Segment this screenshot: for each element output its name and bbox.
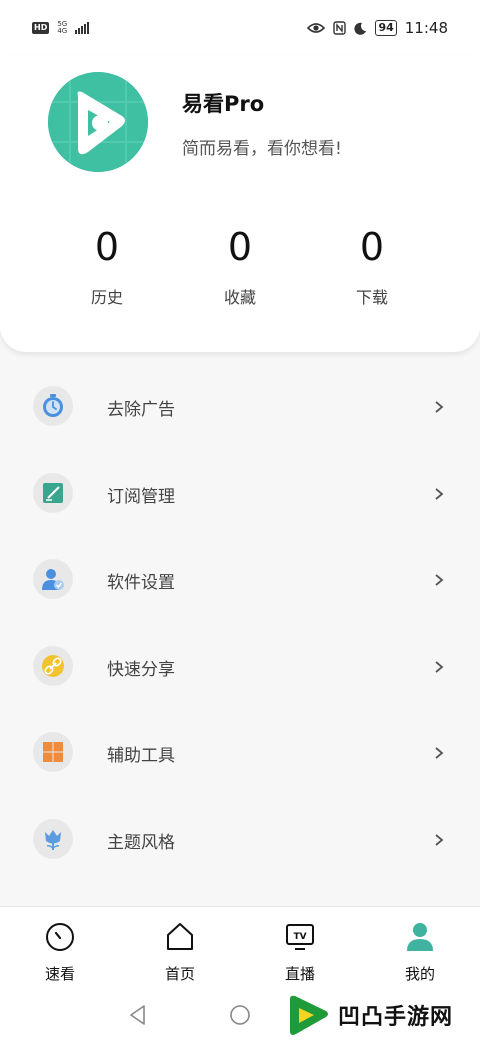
stat-value: 0: [227, 225, 253, 269]
chevron-right-icon: [435, 833, 444, 846]
stat-value: 0: [94, 225, 120, 269]
app-slogan: 简而易看，看你想看!: [182, 139, 342, 159]
chevron-right-icon: [435, 574, 444, 586]
stat-downloads[interactable]: 0 下载: [312, 224, 432, 308]
tv-icon: TV: [286, 924, 314, 950]
person-icon: [407, 923, 433, 951]
menu-label: 软件设置: [107, 573, 175, 593]
link-icon: [33, 645, 73, 686]
menu-label: 去除广告: [107, 400, 175, 420]
clock-icon: [46, 923, 74, 951]
clock: 11:48: [404, 19, 448, 37]
menu-label: 订阅管理: [107, 486, 175, 507]
nav-item-live[interactable]: TV 直播: [240, 907, 360, 990]
battery-indicator: 94: [375, 20, 397, 36]
settings-menu: 去除广告 订阅管理 软件设置 快速分享 辅助工具 主题风格: [0, 364, 480, 883]
profile-card: 易看Pro 简而易看，看你想看! 0 历史 0 收藏 0 下载: [0, 56, 480, 352]
chevron-right-icon: [435, 747, 444, 759]
back-icon[interactable]: [126, 1003, 150, 1027]
home-button-icon[interactable]: [228, 1003, 252, 1027]
timer-icon: [33, 386, 73, 426]
menu-label: 辅助工具: [107, 746, 175, 766]
nav-item-home[interactable]: 首页: [120, 907, 240, 990]
nav-label: 我的: [404, 965, 435, 983]
stat-favorites[interactable]: 0 收藏: [180, 224, 300, 308]
network-type: 5G 4G: [57, 21, 67, 35]
stat-label: 收藏: [223, 288, 256, 307]
nav-item-quick-watch[interactable]: 速看: [0, 907, 120, 990]
svg-text:TV: TV: [293, 932, 306, 942]
menu-item-remove-ads[interactable]: 去除广告: [0, 364, 480, 451]
nav-label: 直播: [284, 965, 315, 983]
menu-label: 快速分享: [107, 659, 175, 680]
watermark-icon: [290, 995, 328, 1035]
status-right: 94 11:48: [307, 19, 448, 37]
menu-item-app-settings[interactable]: 软件设置: [0, 537, 480, 624]
tulip-icon: [33, 818, 73, 859]
stat-history[interactable]: 0 历史: [47, 224, 167, 308]
chevron-right-icon: [435, 660, 444, 673]
nfc-icon: [333, 21, 347, 35]
menu-label: 主题风格: [107, 832, 175, 853]
menu-item-tools[interactable]: 辅助工具: [0, 710, 480, 797]
network-bottom: 4G: [57, 27, 68, 35]
menu-item-subscriptions[interactable]: 订阅管理: [0, 451, 480, 538]
nav-item-mine[interactable]: 我的: [360, 907, 480, 990]
nav-label: 首页: [164, 965, 195, 983]
nav-label: 速看: [44, 965, 75, 983]
stat-value: 0: [359, 225, 385, 269]
moon-icon: [354, 22, 367, 35]
hd-badge: HD: [32, 22, 50, 34]
status-left: HD 5G 4G: [32, 21, 90, 35]
watermark-text: 凹凸手游网: [338, 1005, 454, 1030]
menu-item-theme[interactable]: 主题风格: [0, 797, 480, 884]
eye-icon: [307, 23, 326, 33]
stat-label: 下载: [355, 288, 388, 307]
note-pen-icon: [33, 472, 73, 513]
chevron-right-icon: [435, 401, 444, 413]
user-settings-icon: [33, 559, 73, 599]
status-bar: HD 5G 4G 94 11:48: [0, 0, 480, 56]
chevron-right-icon: [435, 487, 444, 500]
stats-row: 0 历史 0 收藏 0 下载: [0, 224, 480, 307]
play-logo-icon: [48, 72, 148, 172]
signal-icon: [75, 22, 90, 34]
stat-label: 历史: [90, 288, 123, 307]
home-icon: [167, 923, 193, 950]
avatar[interactable]: [48, 72, 148, 172]
bottom-nav: 速看 首页 TV 直播 我的: [0, 906, 480, 990]
menu-item-quick-share[interactable]: 快速分享: [0, 624, 480, 711]
watermark-logo: 凹凸手游网: [286, 992, 476, 1038]
grid-tools-icon: [33, 732, 73, 772]
app-name: 易看Pro: [182, 92, 265, 116]
